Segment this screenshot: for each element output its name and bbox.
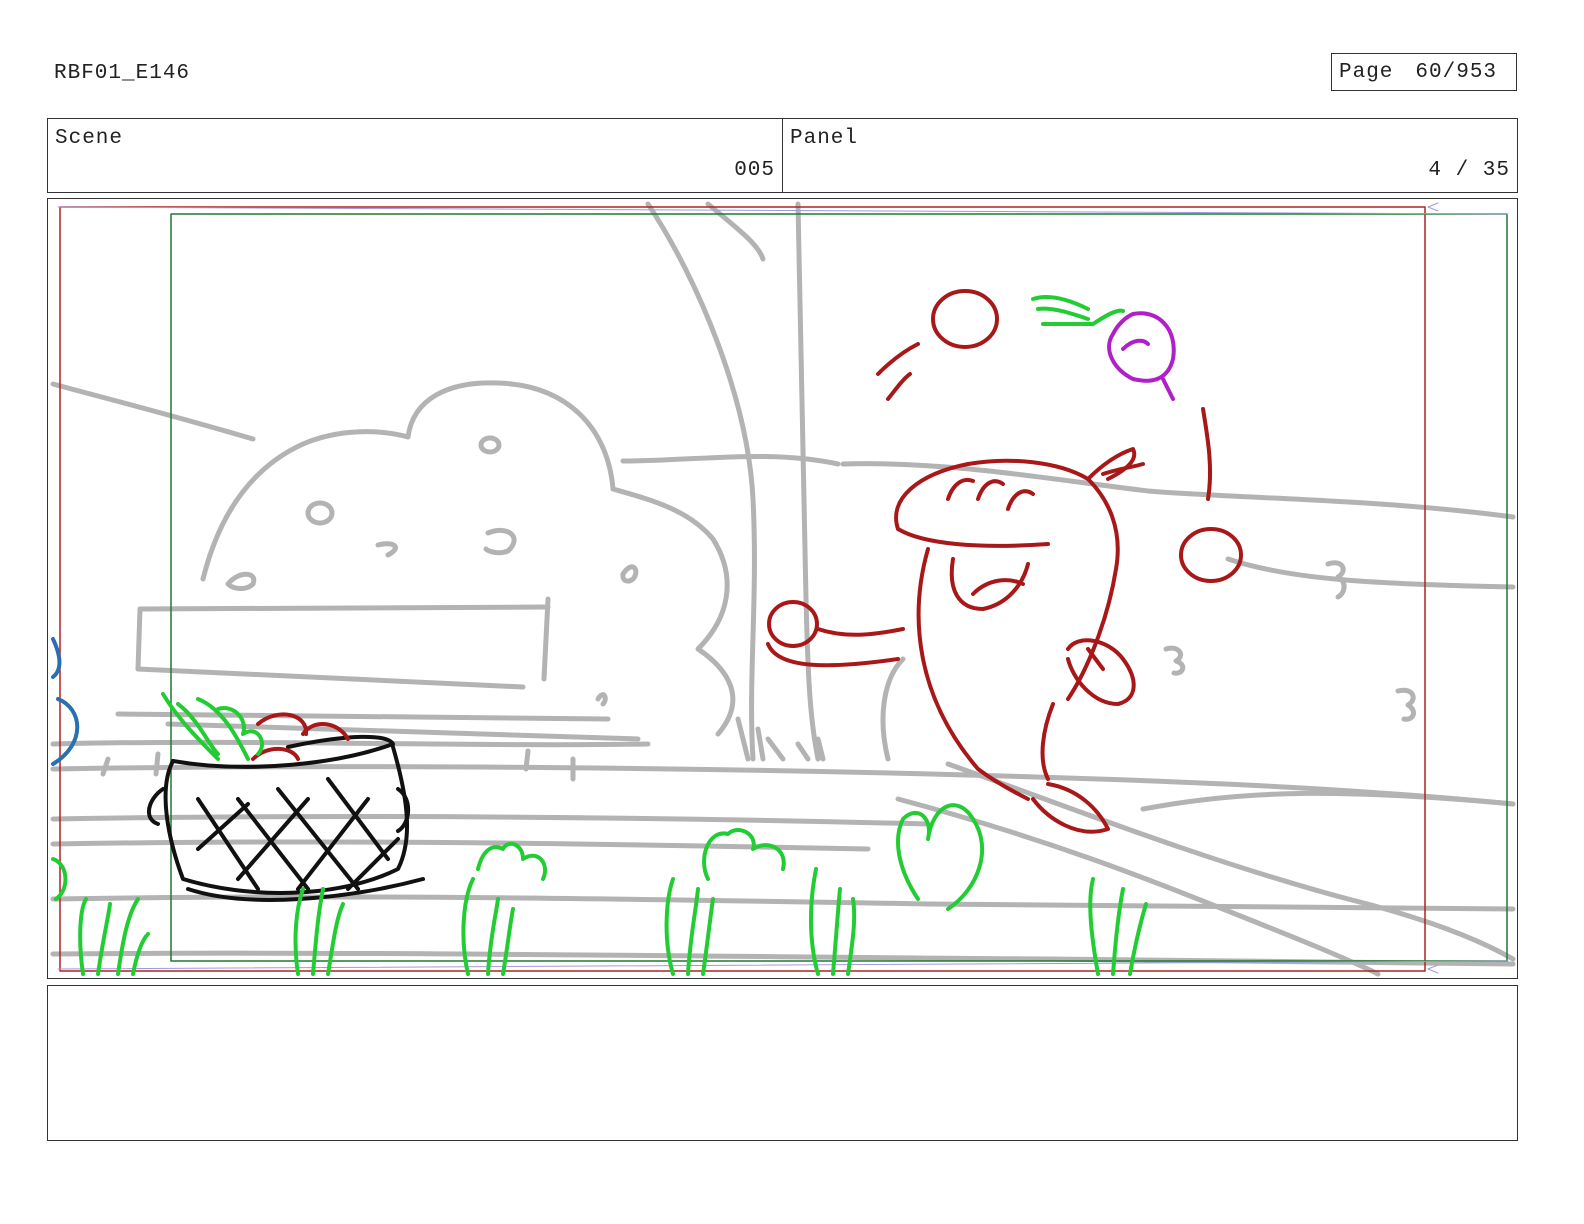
radish-sketch bbox=[1107, 311, 1176, 401]
scene-label: Scene bbox=[55, 127, 124, 150]
camera-move-arrow-top bbox=[57, 202, 1509, 215]
scene-value: 005 bbox=[734, 159, 775, 182]
notes-box bbox=[47, 985, 1518, 1141]
panel-value: 4 / 35 bbox=[1428, 159, 1510, 182]
storyboard-panel bbox=[47, 198, 1518, 979]
panel-sketch bbox=[50, 201, 1516, 977]
scene-cell: Scene 005 bbox=[48, 119, 782, 192]
document-id: RBF01_E146 bbox=[54, 62, 191, 85]
notes-text bbox=[48, 986, 1517, 1006]
page-value: 60/953 bbox=[1415, 60, 1498, 84]
panel-label: Panel bbox=[790, 127, 859, 150]
action-safe-frame bbox=[59, 206, 1426, 972]
page-counter: Page 60/953 bbox=[1331, 53, 1517, 91]
character-sketch bbox=[766, 289, 1243, 834]
panel-cell: Panel 4 / 35 bbox=[782, 119, 1517, 192]
plant-sprouts bbox=[51, 295, 1148, 976]
scene-panel-info: Scene 005 Panel 4 / 35 bbox=[47, 118, 1518, 193]
page-label: Page bbox=[1339, 60, 1394, 84]
basket-contents bbox=[251, 712, 350, 761]
